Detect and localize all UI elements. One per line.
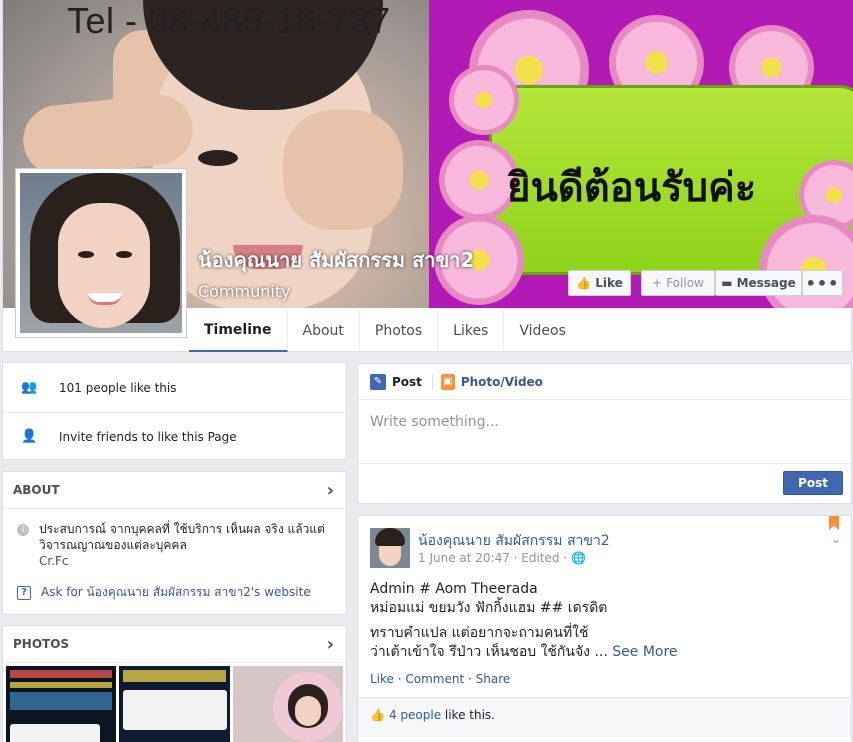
see-more-link[interactable]: See More <box>612 644 677 660</box>
photo-thumbnail[interactable] <box>232 666 343 742</box>
post-composer: ✎ Post ▣ Photo/Video Write something... … <box>357 363 852 504</box>
profile-eye <box>116 251 132 258</box>
composer-photo-label: Photo/Video <box>460 374 543 389</box>
photo-text-graphic <box>10 692 113 710</box>
photo-grid <box>3 663 346 742</box>
message-button[interactable]: ▬ Message <box>715 270 802 296</box>
post-body: Admin # Aom Theerada หม่อมแม่ ขยมวัง ฟัก… <box>370 580 840 662</box>
question-icon: ? <box>17 585 31 600</box>
post-share-link[interactable]: Share <box>476 672 511 686</box>
post-likes-bar: 👍 4 people like this. <box>358 697 851 737</box>
chevron-down-icon[interactable]: ⌄ <box>831 532 841 546</box>
avatar-hair <box>375 528 405 546</box>
welcome-text: ยินดีต้อนรับค่ะ <box>507 165 757 211</box>
page-category[interactable]: Community <box>198 282 474 301</box>
tab-about[interactable]: About <box>288 310 360 352</box>
post-like-link[interactable]: Like <box>370 672 394 686</box>
invite-friends-row[interactable]: 👤 Invite friends to like this Page <box>3 412 346 461</box>
message-icon: ▬ <box>721 276 733 290</box>
like-button[interactable]: 👍 Like <box>568 270 631 296</box>
profile-face <box>58 203 150 328</box>
photo-chat-graphic <box>123 690 228 730</box>
about-description: ประสบการณ์ จากบุคคลที่ ใช้บริการ เห็นผล … <box>39 522 325 552</box>
cover-hand <box>283 110 403 230</box>
about-heading: ABOUT <box>13 483 60 497</box>
follow-button-label: Follow <box>666 276 704 290</box>
likes-count-text: 101 people like this <box>59 380 177 395</box>
ask-website-link[interactable]: Ask for น้องคุณนาย สัมผัสกรรม สาขา2's we… <box>41 583 311 602</box>
post-line: หม่อมแม่ ขยมวัง ฟักกิ้งแฮม ## เดรดิต <box>370 600 608 616</box>
post-comment-link[interactable]: Comment <box>405 672 464 686</box>
globe-icon: 🌐 <box>570 551 586 565</box>
cover-eye <box>198 150 238 166</box>
composer-tab-photo-video[interactable]: ▣ Photo/Video <box>440 342 553 422</box>
thumbs-up-icon: 👍 <box>370 708 385 722</box>
post-likes-suffix: like this. <box>441 708 495 722</box>
photo-text-graphic <box>10 670 113 678</box>
invite-friends-text: Invite friends to like this Page <box>59 430 237 444</box>
post-line-with-more: ว่าเต้าเข้าใจ รึป่าว เห็นชอบ ใช้กันจัง .… <box>370 643 840 662</box>
timeline-post: น้องคุณนาย สัมผัสกรรม สาขา2 1 June at 20… <box>357 515 852 742</box>
composer-tab-post[interactable]: ✎ Post <box>370 373 433 390</box>
cover-phone-text: Tel - 08-485-16-737 <box>67 0 391 41</box>
post-timestamp[interactable]: 1 June at 20:47 · Edited · <box>418 551 571 565</box>
flower-graphic <box>449 65 519 135</box>
photos-heading: PHOTOS <box>13 637 70 651</box>
photos-header[interactable]: PHOTOS › <box>3 626 346 663</box>
photo-icon: ▣ <box>440 373 455 390</box>
post-author-name[interactable]: น้องคุณนาย สัมผัสกรรม สาขา2 <box>418 530 610 552</box>
profile-eye <box>78 251 94 258</box>
composer-post-label: Post <box>392 374 422 389</box>
bookmark-icon <box>829 516 839 530</box>
thumbs-up-icon: 👍 <box>576 276 592 290</box>
page-title-block: น้องคุณนาย สัมผัสกรรม สาขา2 Community <box>198 244 474 301</box>
post-meta: 1 June at 20:47 · Edited · 🌐 <box>418 551 586 565</box>
photos-card: PHOTOS › <box>2 625 347 742</box>
people-icon: 👥 <box>21 379 38 395</box>
post-button[interactable]: Post <box>783 471 843 495</box>
chevron-right-icon[interactable]: › <box>327 634 334 655</box>
post-actions: Like · Comment · Share <box>370 672 511 686</box>
likes-card: 👥 101 people like this 👤 Invite friends … <box>2 362 347 460</box>
about-description-block: ประสบการณ์ จากบุคคลที่ ใช้บริการ เห็นผล … <box>39 521 329 569</box>
photo-thumbnail[interactable] <box>6 666 117 742</box>
photo-portrait-face <box>294 696 321 726</box>
post-line: ว่าเต้าเข้าใจ รึป่าว เห็นชอบ ใช้กันจัง .… <box>370 644 613 660</box>
profile-picture[interactable] <box>15 168 187 338</box>
follow-button[interactable]: + Follow <box>641 270 715 296</box>
cover-photo-right: ยินดีต้อนรับค่ะ <box>429 0 853 308</box>
more-options-button[interactable]: ••• <box>802 270 843 296</box>
add-person-icon: 👤 <box>21 429 38 444</box>
like-button-label: Like <box>595 276 623 290</box>
tab-photos[interactable]: Photos <box>360 310 439 352</box>
likes-count-row[interactable]: 👥 101 people like this <box>3 363 346 412</box>
plus-icon: + <box>652 276 663 290</box>
profile-photo <box>20 173 182 333</box>
chevron-right-icon[interactable]: › <box>327 480 334 501</box>
ask-website-row[interactable]: ? Ask for น้องคุณนาย สัมผัสกรรม สาขา2's … <box>3 569 346 602</box>
post-author-avatar[interactable] <box>370 528 410 568</box>
post-line: Admin # Aom Theerada <box>370 581 538 597</box>
message-button-label: Message <box>736 276 796 290</box>
info-icon: i <box>17 524 29 536</box>
about-header[interactable]: ABOUT › <box>3 472 346 509</box>
composer-tabs: ✎ Post ▣ Photo/Video <box>358 364 851 400</box>
pencil-icon: ✎ <box>370 373 386 390</box>
photo-text-graphic <box>10 682 113 688</box>
write-something-input[interactable]: Write something... <box>358 400 851 464</box>
about-card: ABOUT › i ประสบการณ์ จากบุคคลที่ ใช้บริก… <box>2 471 347 615</box>
post-line: ทราบคำแปล แต่อยากจะถามคนที่ใช้ <box>370 625 589 641</box>
photo-text-graphic <box>123 670 226 682</box>
about-credit: Cr.Fc <box>39 554 69 568</box>
facebook-page: Tel - 08-485-16-737 ยินดีต้อนรับค่ะ น้อง… <box>0 0 853 742</box>
photo-thumbnail[interactable] <box>119 666 230 742</box>
photo-chat-graphic <box>10 724 100 742</box>
about-description-row: i ประสบการณ์ จากบุคคลที่ ใช้บริการ เห็นผ… <box>3 509 346 569</box>
post-likes-count[interactable]: 4 people <box>389 708 441 722</box>
page-title[interactable]: น้องคุณนาย สัมผัสกรรม สาขา2 <box>198 244 474 276</box>
tab-timeline[interactable]: Timeline <box>189 310 288 352</box>
